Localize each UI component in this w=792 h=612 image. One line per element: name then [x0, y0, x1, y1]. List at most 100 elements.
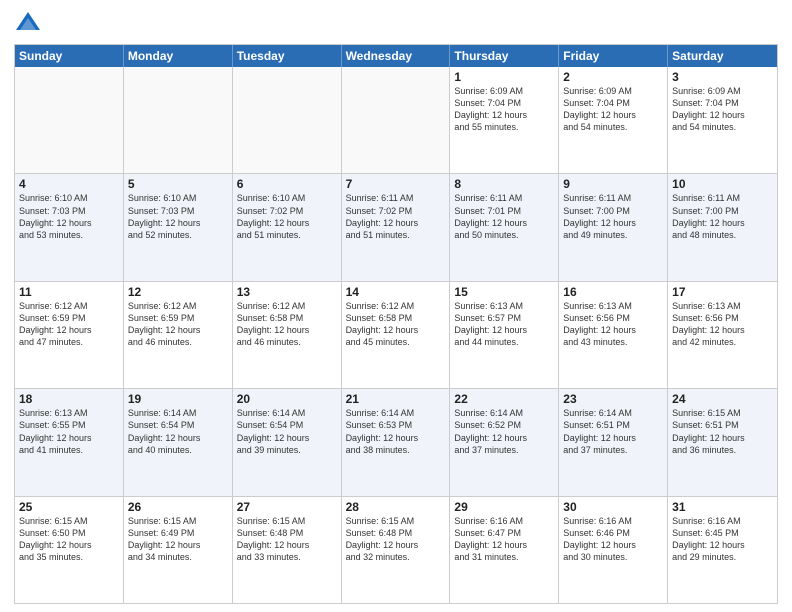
- calendar-header: SundayMondayTuesdayWednesdayThursdayFrid…: [15, 45, 777, 67]
- day-info: Sunrise: 6:15 AM Sunset: 6:48 PM Dayligh…: [346, 515, 446, 564]
- day-number: 30: [563, 500, 663, 514]
- day-info: Sunrise: 6:14 AM Sunset: 6:52 PM Dayligh…: [454, 407, 554, 456]
- day-cell-11: 11Sunrise: 6:12 AM Sunset: 6:59 PM Dayli…: [15, 282, 124, 388]
- day-number: 24: [672, 392, 773, 406]
- header-cell-wednesday: Wednesday: [342, 45, 451, 67]
- day-number: 26: [128, 500, 228, 514]
- day-info: Sunrise: 6:15 AM Sunset: 6:50 PM Dayligh…: [19, 515, 119, 564]
- day-number: 2: [563, 70, 663, 84]
- day-info: Sunrise: 6:14 AM Sunset: 6:51 PM Dayligh…: [563, 407, 663, 456]
- day-info: Sunrise: 6:13 AM Sunset: 6:56 PM Dayligh…: [672, 300, 773, 349]
- day-info: Sunrise: 6:11 AM Sunset: 7:00 PM Dayligh…: [563, 192, 663, 241]
- day-cell-30: 30Sunrise: 6:16 AM Sunset: 6:46 PM Dayli…: [559, 497, 668, 603]
- day-number: 15: [454, 285, 554, 299]
- header-cell-sunday: Sunday: [15, 45, 124, 67]
- day-info: Sunrise: 6:09 AM Sunset: 7:04 PM Dayligh…: [454, 85, 554, 134]
- header-cell-thursday: Thursday: [450, 45, 559, 67]
- calendar: SundayMondayTuesdayWednesdayThursdayFrid…: [14, 44, 778, 604]
- day-number: 9: [563, 177, 663, 191]
- day-info: Sunrise: 6:12 AM Sunset: 6:59 PM Dayligh…: [128, 300, 228, 349]
- day-info: Sunrise: 6:09 AM Sunset: 7:04 PM Dayligh…: [672, 85, 773, 134]
- day-cell-29: 29Sunrise: 6:16 AM Sunset: 6:47 PM Dayli…: [450, 497, 559, 603]
- day-info: Sunrise: 6:10 AM Sunset: 7:03 PM Dayligh…: [128, 192, 228, 241]
- day-number: 31: [672, 500, 773, 514]
- day-number: 7: [346, 177, 446, 191]
- day-info: Sunrise: 6:12 AM Sunset: 6:59 PM Dayligh…: [19, 300, 119, 349]
- day-cell-12: 12Sunrise: 6:12 AM Sunset: 6:59 PM Dayli…: [124, 282, 233, 388]
- header-cell-saturday: Saturday: [668, 45, 777, 67]
- day-cell-26: 26Sunrise: 6:15 AM Sunset: 6:49 PM Dayli…: [124, 497, 233, 603]
- day-info: Sunrise: 6:09 AM Sunset: 7:04 PM Dayligh…: [563, 85, 663, 134]
- header-cell-friday: Friday: [559, 45, 668, 67]
- day-cell-14: 14Sunrise: 6:12 AM Sunset: 6:58 PM Dayli…: [342, 282, 451, 388]
- day-cell-21: 21Sunrise: 6:14 AM Sunset: 6:53 PM Dayli…: [342, 389, 451, 495]
- calendar-week-4: 18Sunrise: 6:13 AM Sunset: 6:55 PM Dayli…: [15, 388, 777, 495]
- day-number: 16: [563, 285, 663, 299]
- empty-cell: [15, 67, 124, 173]
- day-number: 8: [454, 177, 554, 191]
- day-cell-7: 7Sunrise: 6:11 AM Sunset: 7:02 PM Daylig…: [342, 174, 451, 280]
- day-cell-6: 6Sunrise: 6:10 AM Sunset: 7:02 PM Daylig…: [233, 174, 342, 280]
- header-cell-tuesday: Tuesday: [233, 45, 342, 67]
- day-number: 23: [563, 392, 663, 406]
- day-cell-24: 24Sunrise: 6:15 AM Sunset: 6:51 PM Dayli…: [668, 389, 777, 495]
- day-info: Sunrise: 6:13 AM Sunset: 6:56 PM Dayligh…: [563, 300, 663, 349]
- day-info: Sunrise: 6:14 AM Sunset: 6:54 PM Dayligh…: [128, 407, 228, 456]
- day-number: 14: [346, 285, 446, 299]
- day-number: 4: [19, 177, 119, 191]
- day-info: Sunrise: 6:13 AM Sunset: 6:55 PM Dayligh…: [19, 407, 119, 456]
- day-number: 27: [237, 500, 337, 514]
- day-number: 10: [672, 177, 773, 191]
- day-info: Sunrise: 6:15 AM Sunset: 6:51 PM Dayligh…: [672, 407, 773, 456]
- day-number: 25: [19, 500, 119, 514]
- day-number: 11: [19, 285, 119, 299]
- page: SundayMondayTuesdayWednesdayThursdayFrid…: [0, 0, 792, 612]
- day-info: Sunrise: 6:15 AM Sunset: 6:48 PM Dayligh…: [237, 515, 337, 564]
- day-cell-27: 27Sunrise: 6:15 AM Sunset: 6:48 PM Dayli…: [233, 497, 342, 603]
- day-info: Sunrise: 6:16 AM Sunset: 6:45 PM Dayligh…: [672, 515, 773, 564]
- day-number: 28: [346, 500, 446, 514]
- day-cell-1: 1Sunrise: 6:09 AM Sunset: 7:04 PM Daylig…: [450, 67, 559, 173]
- day-cell-23: 23Sunrise: 6:14 AM Sunset: 6:51 PM Dayli…: [559, 389, 668, 495]
- day-number: 19: [128, 392, 228, 406]
- day-cell-3: 3Sunrise: 6:09 AM Sunset: 7:04 PM Daylig…: [668, 67, 777, 173]
- day-cell-16: 16Sunrise: 6:13 AM Sunset: 6:56 PM Dayli…: [559, 282, 668, 388]
- day-info: Sunrise: 6:11 AM Sunset: 7:00 PM Dayligh…: [672, 192, 773, 241]
- day-info: Sunrise: 6:15 AM Sunset: 6:49 PM Dayligh…: [128, 515, 228, 564]
- day-number: 6: [237, 177, 337, 191]
- day-number: 22: [454, 392, 554, 406]
- day-info: Sunrise: 6:12 AM Sunset: 6:58 PM Dayligh…: [237, 300, 337, 349]
- day-info: Sunrise: 6:10 AM Sunset: 7:03 PM Dayligh…: [19, 192, 119, 241]
- day-info: Sunrise: 6:10 AM Sunset: 7:02 PM Dayligh…: [237, 192, 337, 241]
- day-cell-18: 18Sunrise: 6:13 AM Sunset: 6:55 PM Dayli…: [15, 389, 124, 495]
- calendar-week-5: 25Sunrise: 6:15 AM Sunset: 6:50 PM Dayli…: [15, 496, 777, 603]
- day-number: 12: [128, 285, 228, 299]
- day-info: Sunrise: 6:12 AM Sunset: 6:58 PM Dayligh…: [346, 300, 446, 349]
- day-number: 20: [237, 392, 337, 406]
- day-number: 18: [19, 392, 119, 406]
- day-cell-9: 9Sunrise: 6:11 AM Sunset: 7:00 PM Daylig…: [559, 174, 668, 280]
- day-cell-2: 2Sunrise: 6:09 AM Sunset: 7:04 PM Daylig…: [559, 67, 668, 173]
- day-info: Sunrise: 6:11 AM Sunset: 7:01 PM Dayligh…: [454, 192, 554, 241]
- empty-cell: [342, 67, 451, 173]
- empty-cell: [233, 67, 342, 173]
- day-number: 17: [672, 285, 773, 299]
- day-cell-22: 22Sunrise: 6:14 AM Sunset: 6:52 PM Dayli…: [450, 389, 559, 495]
- day-cell-5: 5Sunrise: 6:10 AM Sunset: 7:03 PM Daylig…: [124, 174, 233, 280]
- header: [14, 10, 778, 38]
- day-cell-19: 19Sunrise: 6:14 AM Sunset: 6:54 PM Dayli…: [124, 389, 233, 495]
- day-cell-10: 10Sunrise: 6:11 AM Sunset: 7:00 PM Dayli…: [668, 174, 777, 280]
- day-cell-17: 17Sunrise: 6:13 AM Sunset: 6:56 PM Dayli…: [668, 282, 777, 388]
- day-cell-28: 28Sunrise: 6:15 AM Sunset: 6:48 PM Dayli…: [342, 497, 451, 603]
- day-cell-31: 31Sunrise: 6:16 AM Sunset: 6:45 PM Dayli…: [668, 497, 777, 603]
- day-info: Sunrise: 6:14 AM Sunset: 6:53 PM Dayligh…: [346, 407, 446, 456]
- day-cell-8: 8Sunrise: 6:11 AM Sunset: 7:01 PM Daylig…: [450, 174, 559, 280]
- day-cell-15: 15Sunrise: 6:13 AM Sunset: 6:57 PM Dayli…: [450, 282, 559, 388]
- logo: [14, 10, 46, 38]
- calendar-week-2: 4Sunrise: 6:10 AM Sunset: 7:03 PM Daylig…: [15, 173, 777, 280]
- day-info: Sunrise: 6:16 AM Sunset: 6:47 PM Dayligh…: [454, 515, 554, 564]
- logo-icon: [14, 10, 42, 38]
- day-number: 29: [454, 500, 554, 514]
- day-cell-13: 13Sunrise: 6:12 AM Sunset: 6:58 PM Dayli…: [233, 282, 342, 388]
- header-cell-monday: Monday: [124, 45, 233, 67]
